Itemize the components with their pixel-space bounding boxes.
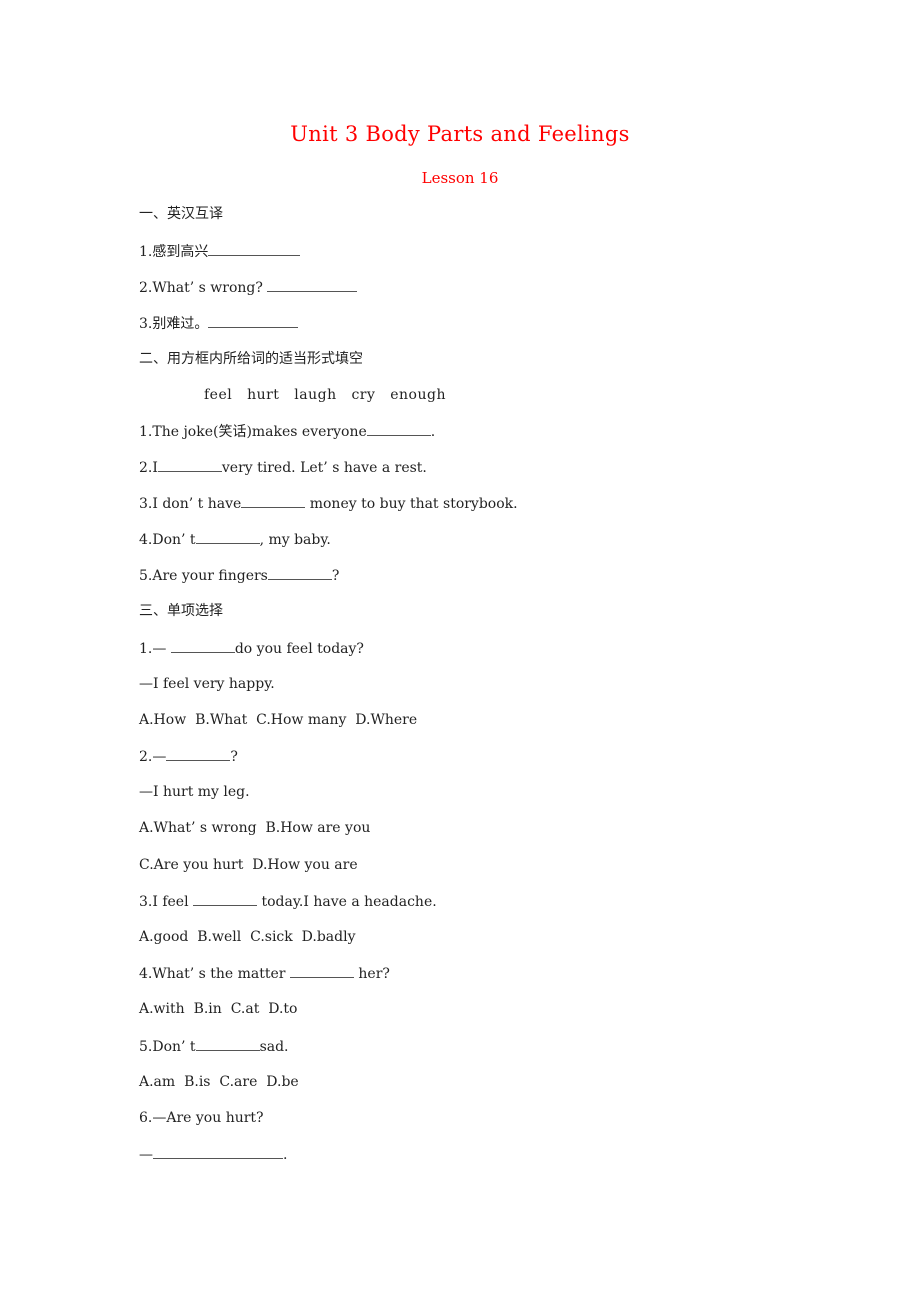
answer-blank[interactable] — [267, 278, 358, 292]
s2-item-3: 3.I don’ t have money to buy that storyb… — [139, 494, 518, 513]
q2-reply: —I hurt my leg. — [139, 784, 250, 800]
item-text: 1.— — [139, 641, 171, 657]
item-text: 1.The joke(笑话)makes everyone — [139, 424, 367, 440]
answer-blank[interactable] — [289, 964, 354, 978]
q4-stem: 4.What’ s the matter her? — [139, 964, 390, 983]
answer-blank[interactable] — [366, 422, 431, 436]
item-text: 3.I don’ t have — [139, 496, 242, 512]
unit-title: Unit 3 Body Parts and Feelings — [290, 122, 630, 146]
item-text: very tired. Let’ s have a rest. — [221, 460, 427, 476]
answer-blank[interactable] — [208, 242, 301, 256]
item-text: her? — [353, 966, 390, 982]
q5-options: A.am B.is C.are D.be — [139, 1074, 299, 1090]
item-text: , my baby. — [259, 532, 331, 548]
q2-options-1: A.What’ s wrong B.How are you — [139, 820, 371, 836]
s1-item-1: 1.感到高兴 — [139, 242, 301, 261]
q5-stem: 5.Don’ t sad. — [139, 1037, 289, 1056]
item-text: . — [430, 424, 436, 440]
answer-blank[interactable] — [193, 892, 258, 906]
item-text: today.I have a headache. — [257, 894, 437, 910]
item-text: money to buy that storybook. — [305, 496, 518, 512]
section2-heading: 二、用方框内所给词的适当形式填空 — [139, 351, 363, 367]
s2-item-2: 2.I very tired. Let’ s have a rest. — [139, 458, 427, 477]
item-text: . — [283, 1147, 288, 1163]
s2-item-1: 1.The joke(笑话)makes everyone. — [139, 422, 435, 441]
item-text: 3.别难过。 — [139, 316, 209, 332]
answer-blank[interactable] — [195, 1037, 260, 1051]
section1-heading: 一、英汉互译 — [139, 206, 223, 222]
q1-stem: 1.— do you feel today? — [139, 639, 364, 658]
item-text: sad. — [259, 1039, 289, 1055]
item-text: 4.What’ s the matter — [139, 966, 290, 982]
q1-reply: —I feel very happy. — [139, 676, 275, 692]
answer-blank[interactable] — [157, 458, 222, 472]
answer-blank[interactable] — [267, 566, 332, 580]
q6-prompt: 6.—Are you hurt? — [139, 1110, 264, 1126]
item-text: 4.Don’ t — [139, 532, 196, 548]
answer-blank[interactable] — [170, 639, 235, 653]
item-text: 2.— — [139, 749, 167, 765]
item-text: ? — [230, 749, 238, 765]
s2-item-5: 5.Are your fingers? — [139, 566, 339, 585]
section3-heading: 三、单项选择 — [139, 603, 223, 619]
q1-options: A.How B.What C.How many D.Where — [139, 712, 418, 728]
item-text: 5.Don’ t — [139, 1039, 196, 1055]
answer-blank[interactable] — [208, 314, 299, 328]
q3-options: A.good B.well C.sick D.badly — [139, 929, 356, 945]
item-text: 5.Are your fingers — [139, 568, 268, 584]
item-text: 2.I — [139, 460, 158, 476]
item-text: 1.感到高兴 — [139, 244, 209, 260]
item-text: do you feel today? — [234, 641, 364, 657]
q3-stem: 3.I feel today.I have a headache. — [139, 892, 437, 911]
q6-reply: —. — [139, 1145, 287, 1164]
q2-stem: 2.—? — [139, 747, 238, 766]
answer-blank[interactable] — [195, 530, 260, 544]
answer-blank[interactable] — [166, 747, 231, 761]
s1-item-2: 2.What’ s wrong? — [139, 278, 358, 297]
s1-item-3: 3.别难过。 — [139, 314, 299, 333]
answer-blank[interactable] — [153, 1145, 283, 1159]
lesson-subtitle: Lesson 16 — [421, 169, 499, 187]
word-box: feel hurt laugh cry enough — [204, 387, 446, 403]
item-text: — — [139, 1147, 153, 1163]
item-text: 2.What’ s wrong? — [139, 280, 268, 296]
answer-blank[interactable] — [241, 494, 306, 508]
worksheet-page: Unit 3 Body Parts and Feelings Lesson 16… — [0, 0, 920, 1302]
s2-item-4: 4.Don’ t , my baby. — [139, 530, 331, 549]
q2-options-2: C.Are you hurt D.How you are — [139, 857, 358, 873]
q4-options: A.with B.in C.at D.to — [139, 1001, 298, 1017]
item-text: ? — [331, 568, 340, 584]
item-text: 3.I feel — [139, 894, 194, 910]
